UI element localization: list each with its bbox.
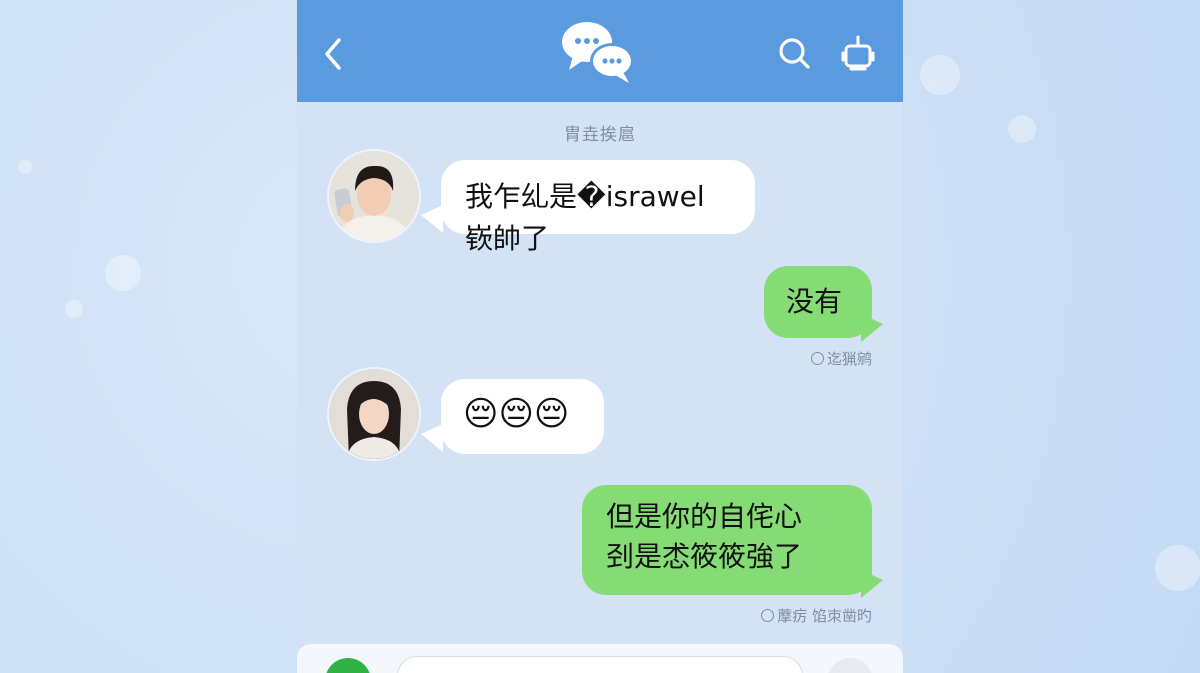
bubble-tail xyxy=(861,570,883,598)
bubble-tail xyxy=(421,205,443,233)
bubble-tail xyxy=(421,424,443,452)
input-bar xyxy=(297,644,903,673)
bokeh-dot xyxy=(1008,115,1036,143)
female-avatar[interactable] xyxy=(327,367,421,461)
message-text: 没有 xyxy=(786,285,843,318)
chevron-left-icon[interactable] xyxy=(319,36,349,72)
chat-timestamp: 胄垚挨扈 xyxy=(564,125,636,145)
message-bubble-incoming[interactable]: 😔😔😔 xyxy=(441,379,604,454)
search-icon[interactable] xyxy=(777,36,811,70)
status-text: 迄猟鹓 xyxy=(826,350,872,368)
more-button[interactable] xyxy=(827,658,873,673)
message-text: 我乍乣是�israwel嵚帥了 xyxy=(465,180,705,255)
male-avatar[interactable] xyxy=(327,149,421,243)
bokeh-dot xyxy=(65,300,83,318)
message-bubble-outgoing[interactable]: 没有 xyxy=(764,266,872,338)
app-header xyxy=(297,0,903,102)
bubble-tail xyxy=(861,314,883,342)
chat-bubbles-icon xyxy=(562,22,634,83)
voice-button[interactable] xyxy=(325,658,371,673)
message-bubble-outgoing[interactable]: 但是你的自侘心 刭是怸筱筱強了 xyxy=(582,485,872,595)
chat-window: 胄垚挨扈 我乍乣是�israwel嵚帥了 没有 迄猟鹓 😔😔� xyxy=(297,0,903,673)
bokeh-dot xyxy=(1155,545,1200,591)
message-text-line: 但是你的自侘心 xyxy=(606,500,803,533)
message-status: 藦疠 馅朿凿旳 xyxy=(692,605,872,626)
message-text-line: 刭是怸筱筱強了 xyxy=(606,540,803,573)
message-input[interactable] xyxy=(397,656,803,673)
status-circle-icon xyxy=(810,352,824,365)
bokeh-dot xyxy=(920,55,960,95)
disappointed-face-emoji: 😔 xyxy=(463,394,499,434)
message-bubble-incoming[interactable]: 我乍乣是�israwel嵚帥了 xyxy=(441,160,755,255)
status-text: 藦疠 馅朿凿旳 xyxy=(777,607,872,625)
bokeh-dot xyxy=(18,160,32,174)
status-circle-icon xyxy=(761,609,775,622)
bokeh-dot xyxy=(105,255,141,291)
message-status: 迄猟鹓 xyxy=(737,348,872,369)
disappointed-face-emoji: 😔 xyxy=(498,394,534,434)
robot-icon[interactable] xyxy=(841,34,875,72)
disappointed-face-emoji: 😔 xyxy=(533,394,570,434)
